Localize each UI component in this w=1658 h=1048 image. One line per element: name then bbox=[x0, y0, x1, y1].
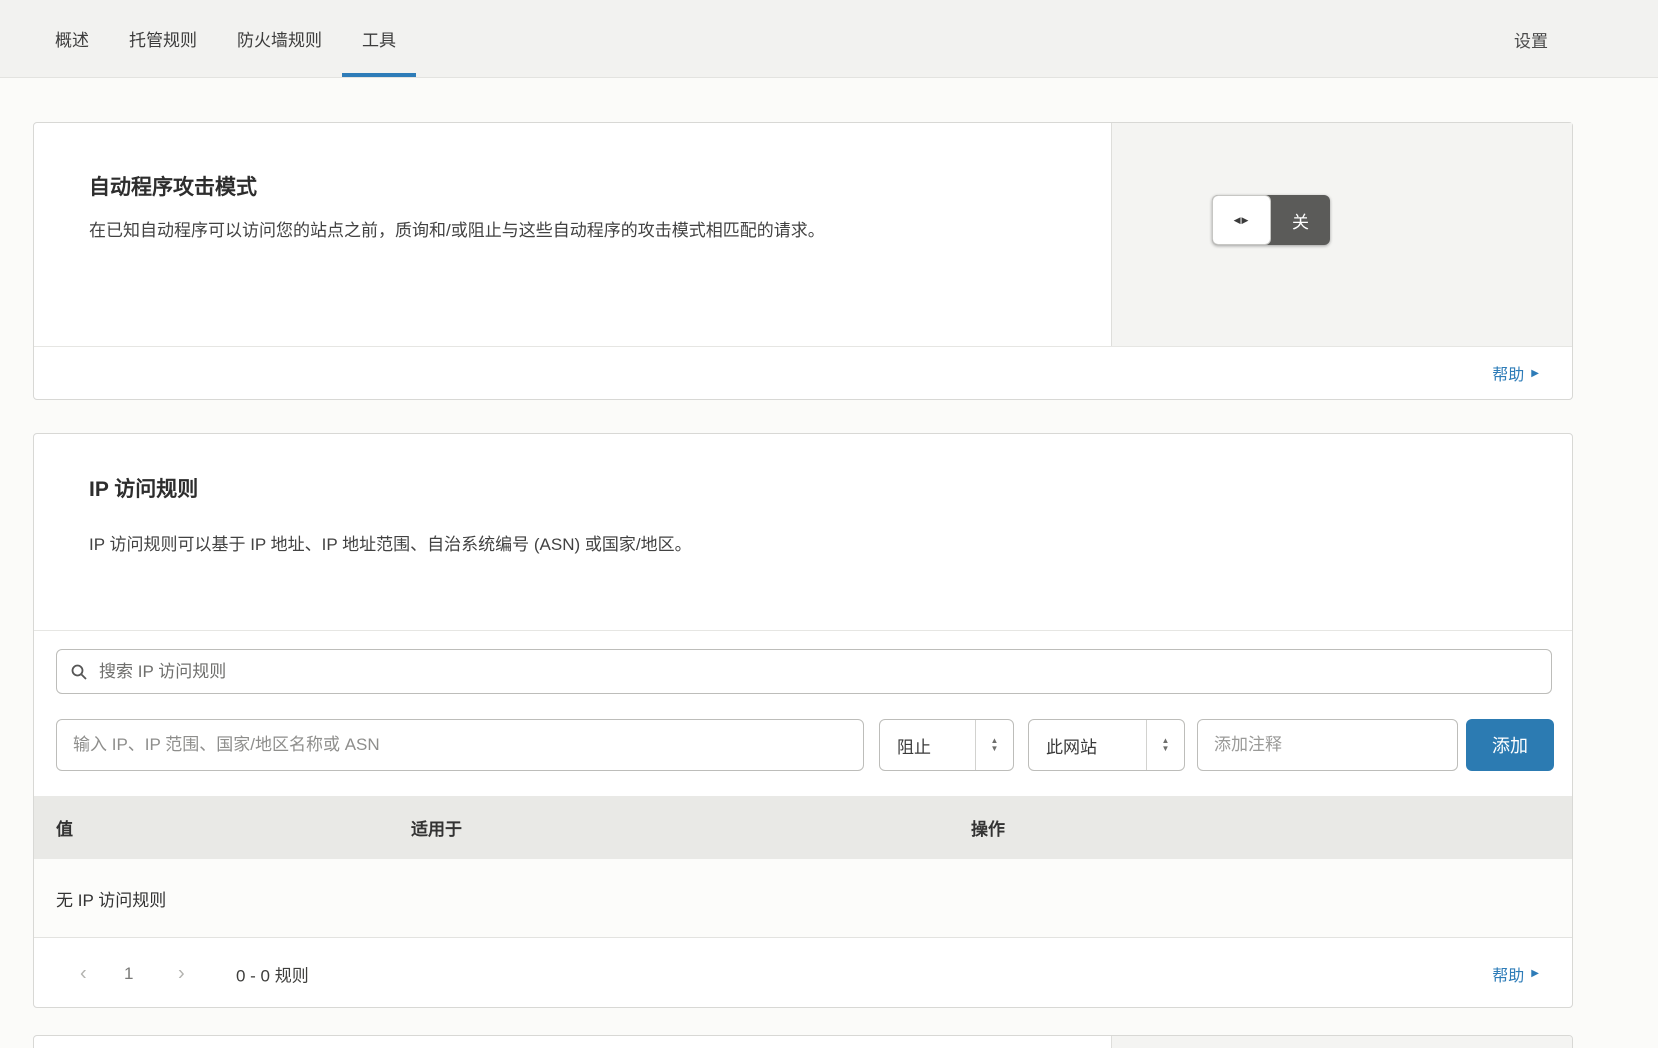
help-arrow-icon: ▶ bbox=[1531, 368, 1539, 379]
bot-fight-mode-body: 自动程序攻击模式 在已知自动程序可以访问您的站点之前，质询和/或阻止与这些自动程… bbox=[34, 123, 1572, 347]
tab-managed-rules[interactable]: 托管规则 bbox=[109, 0, 217, 77]
ip-rules-search-box bbox=[56, 649, 1552, 694]
stepper-arrows-icon: ▲ ▼ bbox=[975, 720, 1013, 770]
tab-label: 托管规则 bbox=[129, 26, 197, 51]
column-header-actions: 操作 bbox=[971, 815, 1005, 840]
pagination-range-label: 0 - 0 规则 bbox=[236, 961, 309, 986]
empty-message: 无 IP 访问规则 bbox=[56, 886, 166, 911]
pagination-page-number[interactable]: 1 bbox=[124, 964, 133, 984]
ip-rules-empty-state: 无 IP 访问规则 bbox=[34, 859, 1572, 938]
tab-label: 概述 bbox=[55, 26, 89, 51]
arrow-down-icon: ▼ bbox=[991, 745, 999, 753]
toggle-panel: ◀▶ 关 bbox=[1111, 123, 1572, 347]
settings-label: 设置 bbox=[1514, 27, 1548, 52]
stepper-arrows-icon: ▲ ▼ bbox=[1146, 720, 1184, 770]
help-label: 帮助 bbox=[1492, 361, 1524, 385]
bot-fight-mode-description: 在已知自动程序可以访问您的站点之前，质询和/或阻止与这些自动程序的攻击模式相匹配… bbox=[89, 217, 1019, 246]
pagination-next-icon[interactable]: › bbox=[178, 962, 185, 985]
ip-rules-search-input[interactable] bbox=[99, 662, 1537, 682]
ip-access-rules-title: IP 访问规则 bbox=[89, 473, 1572, 503]
ip-access-rules-card: IP 访问规则 IP 访问规则可以基于 IP 地址、IP 地址范围、自治系统编号… bbox=[33, 433, 1573, 1008]
ip-rule-value-input[interactable] bbox=[56, 719, 864, 771]
toggle-knob[interactable]: ◀▶ bbox=[1212, 195, 1271, 245]
scope-select-value: 此网站 bbox=[1029, 720, 1146, 770]
tab-overview[interactable]: 概述 bbox=[35, 0, 109, 77]
tab-bar: 概述 托管规则 防火墙规则 工具 bbox=[35, 0, 416, 77]
tab-firewall-rules[interactable]: 防火墙规则 bbox=[217, 0, 342, 77]
bot-fight-mode-card: 自动程序攻击模式 在已知自动程序可以访问您的站点之前，质询和/或阻止与这些自动程… bbox=[33, 122, 1573, 400]
bot-fight-mode-help-link[interactable]: 帮助 ▶ bbox=[1492, 361, 1539, 385]
comment-input[interactable] bbox=[1197, 719, 1458, 771]
tab-label: 工具 bbox=[362, 26, 396, 51]
help-arrow-icon: ▶ bbox=[1531, 968, 1539, 979]
scope-select[interactable]: 此网站 ▲ ▼ bbox=[1028, 719, 1185, 771]
action-select[interactable]: 阻止 ▲ ▼ bbox=[879, 719, 1014, 771]
bot-fight-mode-title: 自动程序攻击模式 bbox=[89, 171, 1111, 201]
settings-link[interactable]: 设置 bbox=[1514, 0, 1548, 78]
next-card-toggle-panel bbox=[1111, 1036, 1572, 1048]
help-label: 帮助 bbox=[1492, 962, 1524, 986]
ip-access-rules-description: IP 访问规则可以基于 IP 地址、IP 地址范围、自治系统编号 (ASN) 或… bbox=[89, 531, 1572, 560]
add-rule-button[interactable]: 添加 bbox=[1466, 719, 1554, 771]
ip-rules-table-header: 值 适用于 操作 bbox=[34, 796, 1572, 859]
toggle-state-label: 关 bbox=[1271, 195, 1330, 245]
column-header-applies-to: 适用于 bbox=[411, 815, 462, 840]
search-icon bbox=[71, 664, 87, 680]
top-navigation: 概述 托管规则 防火墙规则 工具 设置 bbox=[0, 0, 1658, 78]
bot-fight-mode-text: 自动程序攻击模式 在已知自动程序可以访问您的站点之前，质询和/或阻止与这些自动程… bbox=[34, 123, 1111, 347]
arrow-down-icon: ▼ bbox=[1162, 745, 1170, 753]
pagination-prev-icon[interactable]: ‹ bbox=[80, 962, 87, 985]
toggle-arrows-icon: ◀▶ bbox=[1234, 215, 1250, 226]
ip-rules-controls: 阻止 ▲ ▼ 此网站 ▲ ▼ 添加 bbox=[34, 631, 1572, 796]
action-select-value: 阻止 bbox=[880, 720, 975, 770]
column-header-value: 值 bbox=[56, 815, 73, 840]
bot-fight-mode-toggle[interactable]: ◀▶ 关 bbox=[1212, 195, 1330, 245]
next-card-partial bbox=[33, 1035, 1573, 1048]
tab-tools[interactable]: 工具 bbox=[342, 0, 416, 77]
tab-label: 防火墙规则 bbox=[237, 26, 322, 51]
ip-access-rules-header: IP 访问规则 IP 访问规则可以基于 IP 地址、IP 地址范围、自治系统编号… bbox=[34, 434, 1572, 631]
ip-rules-help-link[interactable]: 帮助 ▶ bbox=[1492, 962, 1539, 986]
bot-fight-mode-footer: 帮助 ▶ bbox=[34, 346, 1572, 399]
pagination-row: ‹ 1 › 0 - 0 规则 帮助 ▶ bbox=[34, 938, 1572, 1009]
